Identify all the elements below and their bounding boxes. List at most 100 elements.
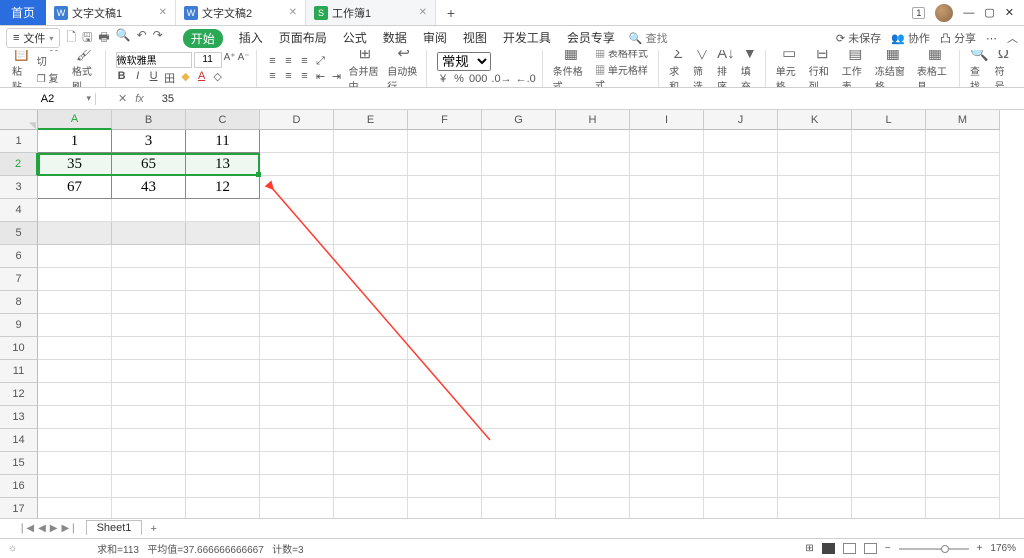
cell-J4[interactable]: [704, 199, 778, 222]
cell-G4[interactable]: [482, 199, 556, 222]
cell-style[interactable]: ▦ 单元格样式: [595, 62, 652, 88]
cell-J16[interactable]: [704, 475, 778, 498]
cell-E4[interactable]: [334, 199, 408, 222]
cell-G13[interactable]: [482, 406, 556, 429]
cell-F4[interactable]: [408, 199, 482, 222]
chevron-down-icon[interactable]: ▾: [86, 93, 91, 104]
cell-D12[interactable]: [260, 383, 334, 406]
cell-G16[interactable]: [482, 475, 556, 498]
cell-D7[interactable]: [260, 268, 334, 291]
cell-K10[interactable]: [778, 337, 852, 360]
spreadsheet-grid[interactable]: ABCDEFGHIJKLM 1234567891011121314151617 …: [0, 110, 1024, 518]
cell-B17[interactable]: [112, 498, 186, 518]
cell-E2[interactable]: [334, 153, 408, 176]
save-icon[interactable]: 🖫: [82, 28, 92, 49]
cell-A6[interactable]: [38, 245, 112, 268]
cell-K17[interactable]: [778, 498, 852, 518]
cell-H16[interactable]: [556, 475, 630, 498]
cell-I16[interactable]: [630, 475, 704, 498]
cell-J3[interactable]: [704, 176, 778, 199]
row-header-8[interactable]: 8: [0, 291, 38, 314]
percent-icon[interactable]: %: [453, 73, 465, 85]
row-header-15[interactable]: 15: [0, 452, 38, 475]
cell-K1[interactable]: [778, 130, 852, 153]
number-format[interactable]: 常规: [437, 52, 491, 71]
cell-K14[interactable]: [778, 429, 852, 452]
avatar[interactable]: [935, 4, 953, 22]
cell-M14[interactable]: [926, 429, 1000, 452]
cell-M15[interactable]: [926, 452, 1000, 475]
row-header-13[interactable]: 13: [0, 406, 38, 429]
paste-button[interactable]: 📋粘贴: [12, 50, 31, 88]
close-icon[interactable]: ✕: [419, 7, 427, 18]
preview-icon[interactable]: 🔍: [116, 28, 131, 49]
cell-J2[interactable]: [704, 153, 778, 176]
new-icon[interactable]: 🗋: [66, 28, 76, 49]
dec-font-icon[interactable]: A⁻: [238, 52, 250, 68]
cell-M17[interactable]: [926, 498, 1000, 518]
cell-B10[interactable]: [112, 337, 186, 360]
cell-K13[interactable]: [778, 406, 852, 429]
cell-E15[interactable]: [334, 452, 408, 475]
cell-I14[interactable]: [630, 429, 704, 452]
cell-G6[interactable]: [482, 245, 556, 268]
row-header-3[interactable]: 3: [0, 176, 38, 199]
cell-M5[interactable]: [926, 222, 1000, 245]
cell-F17[interactable]: [408, 498, 482, 518]
row-header-11[interactable]: 11: [0, 360, 38, 383]
tab-start[interactable]: 开始: [183, 29, 223, 48]
cell-J17[interactable]: [704, 498, 778, 518]
cell-G15[interactable]: [482, 452, 556, 475]
cell-K11[interactable]: [778, 360, 852, 383]
cell-H10[interactable]: [556, 337, 630, 360]
add-sheet-button[interactable]: +: [142, 523, 164, 535]
cell-A14[interactable]: [38, 429, 112, 452]
row-header-1[interactable]: 1: [0, 130, 38, 153]
cell-C13[interactable]: [186, 406, 260, 429]
rowcol-ops[interactable]: ⊟行和列: [809, 50, 836, 88]
cell-D6[interactable]: [260, 245, 334, 268]
formula-value[interactable]: 35: [156, 93, 174, 105]
select-all-corner[interactable]: [0, 110, 38, 130]
cell-L15[interactable]: [852, 452, 926, 475]
cell-C4[interactable]: [186, 199, 260, 222]
cell-J7[interactable]: [704, 268, 778, 291]
cell-K16[interactable]: [778, 475, 852, 498]
cell-I9[interactable]: [630, 314, 704, 337]
currency-icon[interactable]: ¥: [437, 73, 449, 85]
cell-C6[interactable]: [186, 245, 260, 268]
col-header-K[interactable]: K: [778, 110, 852, 130]
cell-C5[interactable]: [186, 222, 260, 245]
cell-H8[interactable]: [556, 291, 630, 314]
cell-J12[interactable]: [704, 383, 778, 406]
cell-I17[interactable]: [630, 498, 704, 518]
search-box[interactable]: 🔍 查找: [629, 30, 668, 46]
cell-D10[interactable]: [260, 337, 334, 360]
wrap-button[interactable]: ↩自动换行: [387, 50, 420, 88]
cell-A7[interactable]: [38, 268, 112, 291]
more-icon[interactable]: ⋯: [986, 32, 997, 45]
cell-ops[interactable]: ▭单元格: [776, 50, 803, 88]
row-header-17[interactable]: 17: [0, 498, 38, 518]
dec-inc-icon[interactable]: .0→: [491, 73, 511, 85]
cell-A10[interactable]: [38, 337, 112, 360]
row-header-10[interactable]: 10: [0, 337, 38, 360]
row-header-6[interactable]: 6: [0, 245, 38, 268]
cell-A3[interactable]: 67: [38, 176, 112, 199]
cell-C15[interactable]: [186, 452, 260, 475]
cell-E10[interactable]: [334, 337, 408, 360]
cell-H7[interactable]: [556, 268, 630, 291]
cell-E7[interactable]: [334, 268, 408, 291]
cell-D14[interactable]: [260, 429, 334, 452]
cell-K8[interactable]: [778, 291, 852, 314]
cell-C7[interactable]: [186, 268, 260, 291]
cell-C10[interactable]: [186, 337, 260, 360]
cell-K15[interactable]: [778, 452, 852, 475]
cell-J13[interactable]: [704, 406, 778, 429]
doc-tab-2[interactable]: S 工作簿1 ✕: [306, 0, 436, 25]
inc-font-icon[interactable]: A⁺: [224, 52, 236, 68]
cell-B15[interactable]: [112, 452, 186, 475]
cell-H9[interactable]: [556, 314, 630, 337]
minimize-icon[interactable]: —: [963, 7, 974, 19]
cell-E8[interactable]: [334, 291, 408, 314]
